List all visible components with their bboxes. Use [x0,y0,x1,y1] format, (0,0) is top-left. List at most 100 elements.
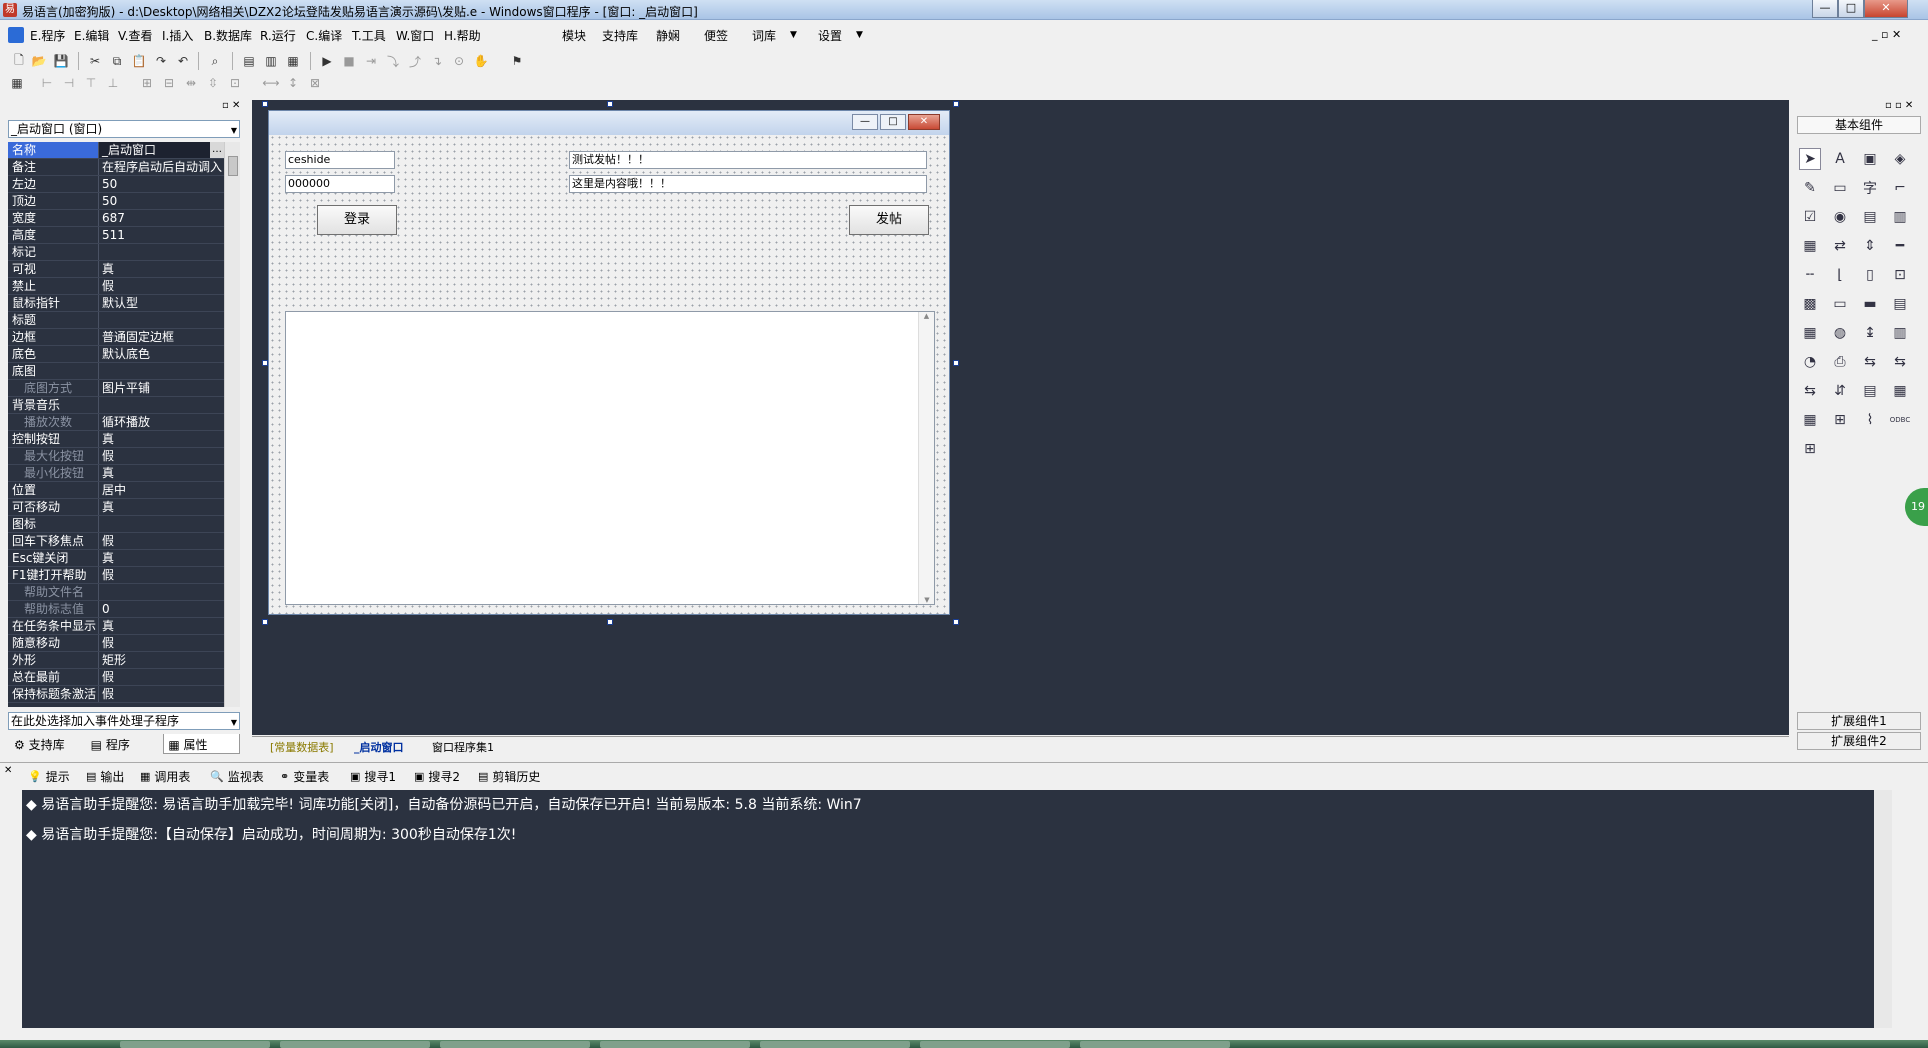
component-icon[interactable]: ◔ [1799,351,1821,373]
property-value[interactable]: 假 [99,278,224,294]
property-value[interactable]: 0 [99,601,224,617]
property-value[interactable]: 假 [99,533,224,549]
align-right-icon[interactable]: ⊣ [60,74,78,92]
step-in-icon[interactable]: ⤵ [384,52,402,70]
stop-icon[interactable]: ■ [340,52,358,70]
component-icon[interactable]: ⇕ [1859,235,1881,257]
align-left-icon[interactable]: ⊢ [38,74,56,92]
property-value[interactable]: 真 [99,261,224,277]
step-icon[interactable]: ⇥ [362,52,380,70]
property-row[interactable]: 位置 居中 [8,482,224,499]
password-input[interactable]: 000000 [285,175,395,193]
property-row[interactable]: 图标 [8,516,224,533]
component-icon[interactable]: ▤ [1889,293,1911,315]
component-icon[interactable]: ODBC [1889,409,1911,431]
component-icon[interactable]: ⇄ [1829,235,1851,257]
output-tab[interactable]: ▦ 调用表 [140,768,190,785]
menu-item-right[interactable]: 设置 [818,27,842,44]
component-icon[interactable]: ▦ [1799,322,1821,344]
component-icon[interactable]: ⎙ [1829,351,1851,373]
property-row[interactable]: 背景音乐 [8,397,224,414]
property-row[interactable]: 标题 [8,312,224,329]
property-value[interactable] [99,312,224,328]
property-row[interactable]: Esc键关闭真 [8,550,224,567]
component-icon[interactable]: ╌ [1799,264,1821,286]
component-icon[interactable]: ⇆ [1889,351,1911,373]
property-value[interactable]: _启动窗口 [99,142,210,158]
property-row[interactable]: 鼠标指针 默认型 [8,295,224,312]
menu-item[interactable]: R.运行 [260,27,296,44]
property-row[interactable]: 随意移动假 [8,635,224,652]
output-tab[interactable]: 💡 提示 [28,768,70,785]
taskbar-item[interactable] [440,1041,590,1048]
property-row[interactable]: 禁止假 [8,278,224,295]
property-value[interactable]: 普通固定边框 [99,329,224,345]
event-combo[interactable]: 在此处选择加入事件处理子程序 ▼ [8,712,240,730]
component-icon[interactable]: ▦ [1799,409,1821,431]
menu-item[interactable]: H.帮助 [444,27,481,44]
find-icon[interactable]: ⌕ [206,52,224,70]
menu-item-right[interactable]: 模块 [562,27,586,44]
menu-item[interactable]: E.程序 [30,27,65,44]
component-icon[interactable]: ▥ [1889,206,1911,228]
property-row[interactable]: 回车下移焦点假 [8,533,224,550]
layout1-icon[interactable]: ▤ [240,52,258,70]
component-icon[interactable]: ➤ [1799,148,1821,170]
taskbar-item[interactable] [280,1041,430,1048]
property-value[interactable]: 50 [99,193,224,209]
ext-components-1[interactable]: 扩展组件1 [1797,712,1921,730]
output-tab[interactable]: ⚭ 变量表 [280,768,329,785]
property-value[interactable] [99,363,224,379]
resize-handle[interactable] [262,619,268,625]
property-row[interactable]: 最大化按钮假 [8,448,224,465]
component-icon[interactable]: ⇆ [1799,380,1821,402]
component-icon[interactable]: ⌐ [1889,177,1911,199]
property-row[interactable]: F1键打开帮助假 [8,567,224,584]
layout2-icon[interactable]: ▥ [262,52,280,70]
component-icon[interactable]: ▩ [1799,293,1821,315]
grid-icon[interactable]: ▦ [8,74,26,92]
property-row[interactable]: 在任务条中显示真 [8,618,224,635]
component-icon[interactable]: ▤ [1859,380,1881,402]
align-top-icon[interactable]: ⊤ [82,74,100,92]
property-value[interactable]: 居中 [99,482,224,498]
assistant-icon[interactable]: ⚑ [508,52,526,70]
component-icon[interactable]: ✎ [1799,177,1821,199]
menu-item[interactable]: V.查看 [118,27,152,44]
taskbar-item[interactable] [1080,1041,1230,1048]
ellipsis-button[interactable]: … [210,142,224,158]
property-row[interactable]: 播放次数 循环播放 [8,414,224,431]
step-over-icon[interactable]: ↴ [428,52,446,70]
component-icon[interactable]: ⊞ [1799,438,1821,460]
align-bottom-icon[interactable]: ⊥ [104,74,122,92]
component-icon[interactable]: ⇆ [1859,351,1881,373]
taskbar-item[interactable] [600,1041,750,1048]
menu-item[interactable]: T.工具 [352,27,386,44]
layout3-icon[interactable]: ▦ [284,52,302,70]
property-row[interactable]: 总在最前假 [8,669,224,686]
component-icon[interactable]: ▤ [1859,206,1881,228]
content-editbox[interactable]: ▲ ▼ [285,311,935,605]
copy-icon[interactable]: ⧉ [108,52,126,70]
menu-item[interactable]: W.窗口 [396,27,434,44]
component-icon[interactable]: ▣ [1859,148,1881,170]
property-value[interactable]: 假 [99,567,224,583]
component-icon[interactable]: ↨ [1859,322,1881,344]
property-value[interactable]: 在程序启动后自动调入 [99,159,224,175]
redo-icon[interactable]: ↷ [152,52,170,70]
component-icon[interactable]: ▦ [1799,235,1821,257]
property-value[interactable] [99,397,224,413]
property-value[interactable]: 假 [99,448,224,464]
property-row[interactable]: 可否移动真 [8,499,224,516]
output-tab[interactable]: ▤ 输出 [86,768,124,785]
property-value[interactable]: 真 [99,499,224,515]
component-icon[interactable]: ☑ [1799,206,1821,228]
component-icon[interactable]: ▭ [1829,293,1851,315]
property-row[interactable]: 控制按钮真 [8,431,224,448]
component-icon[interactable]: ◈ [1889,148,1911,170]
maximize-button[interactable]: □ [1838,0,1864,18]
form-designer-window[interactable]: — □ ✕ ceshide 000000 测试发帖！！！ 这里是内容哦！！！ 登… [268,110,950,615]
step-out-icon[interactable]: ⤴ [406,52,424,70]
output-close-icon[interactable]: ✕ [4,765,12,776]
property-value[interactable]: 假 [99,686,224,702]
